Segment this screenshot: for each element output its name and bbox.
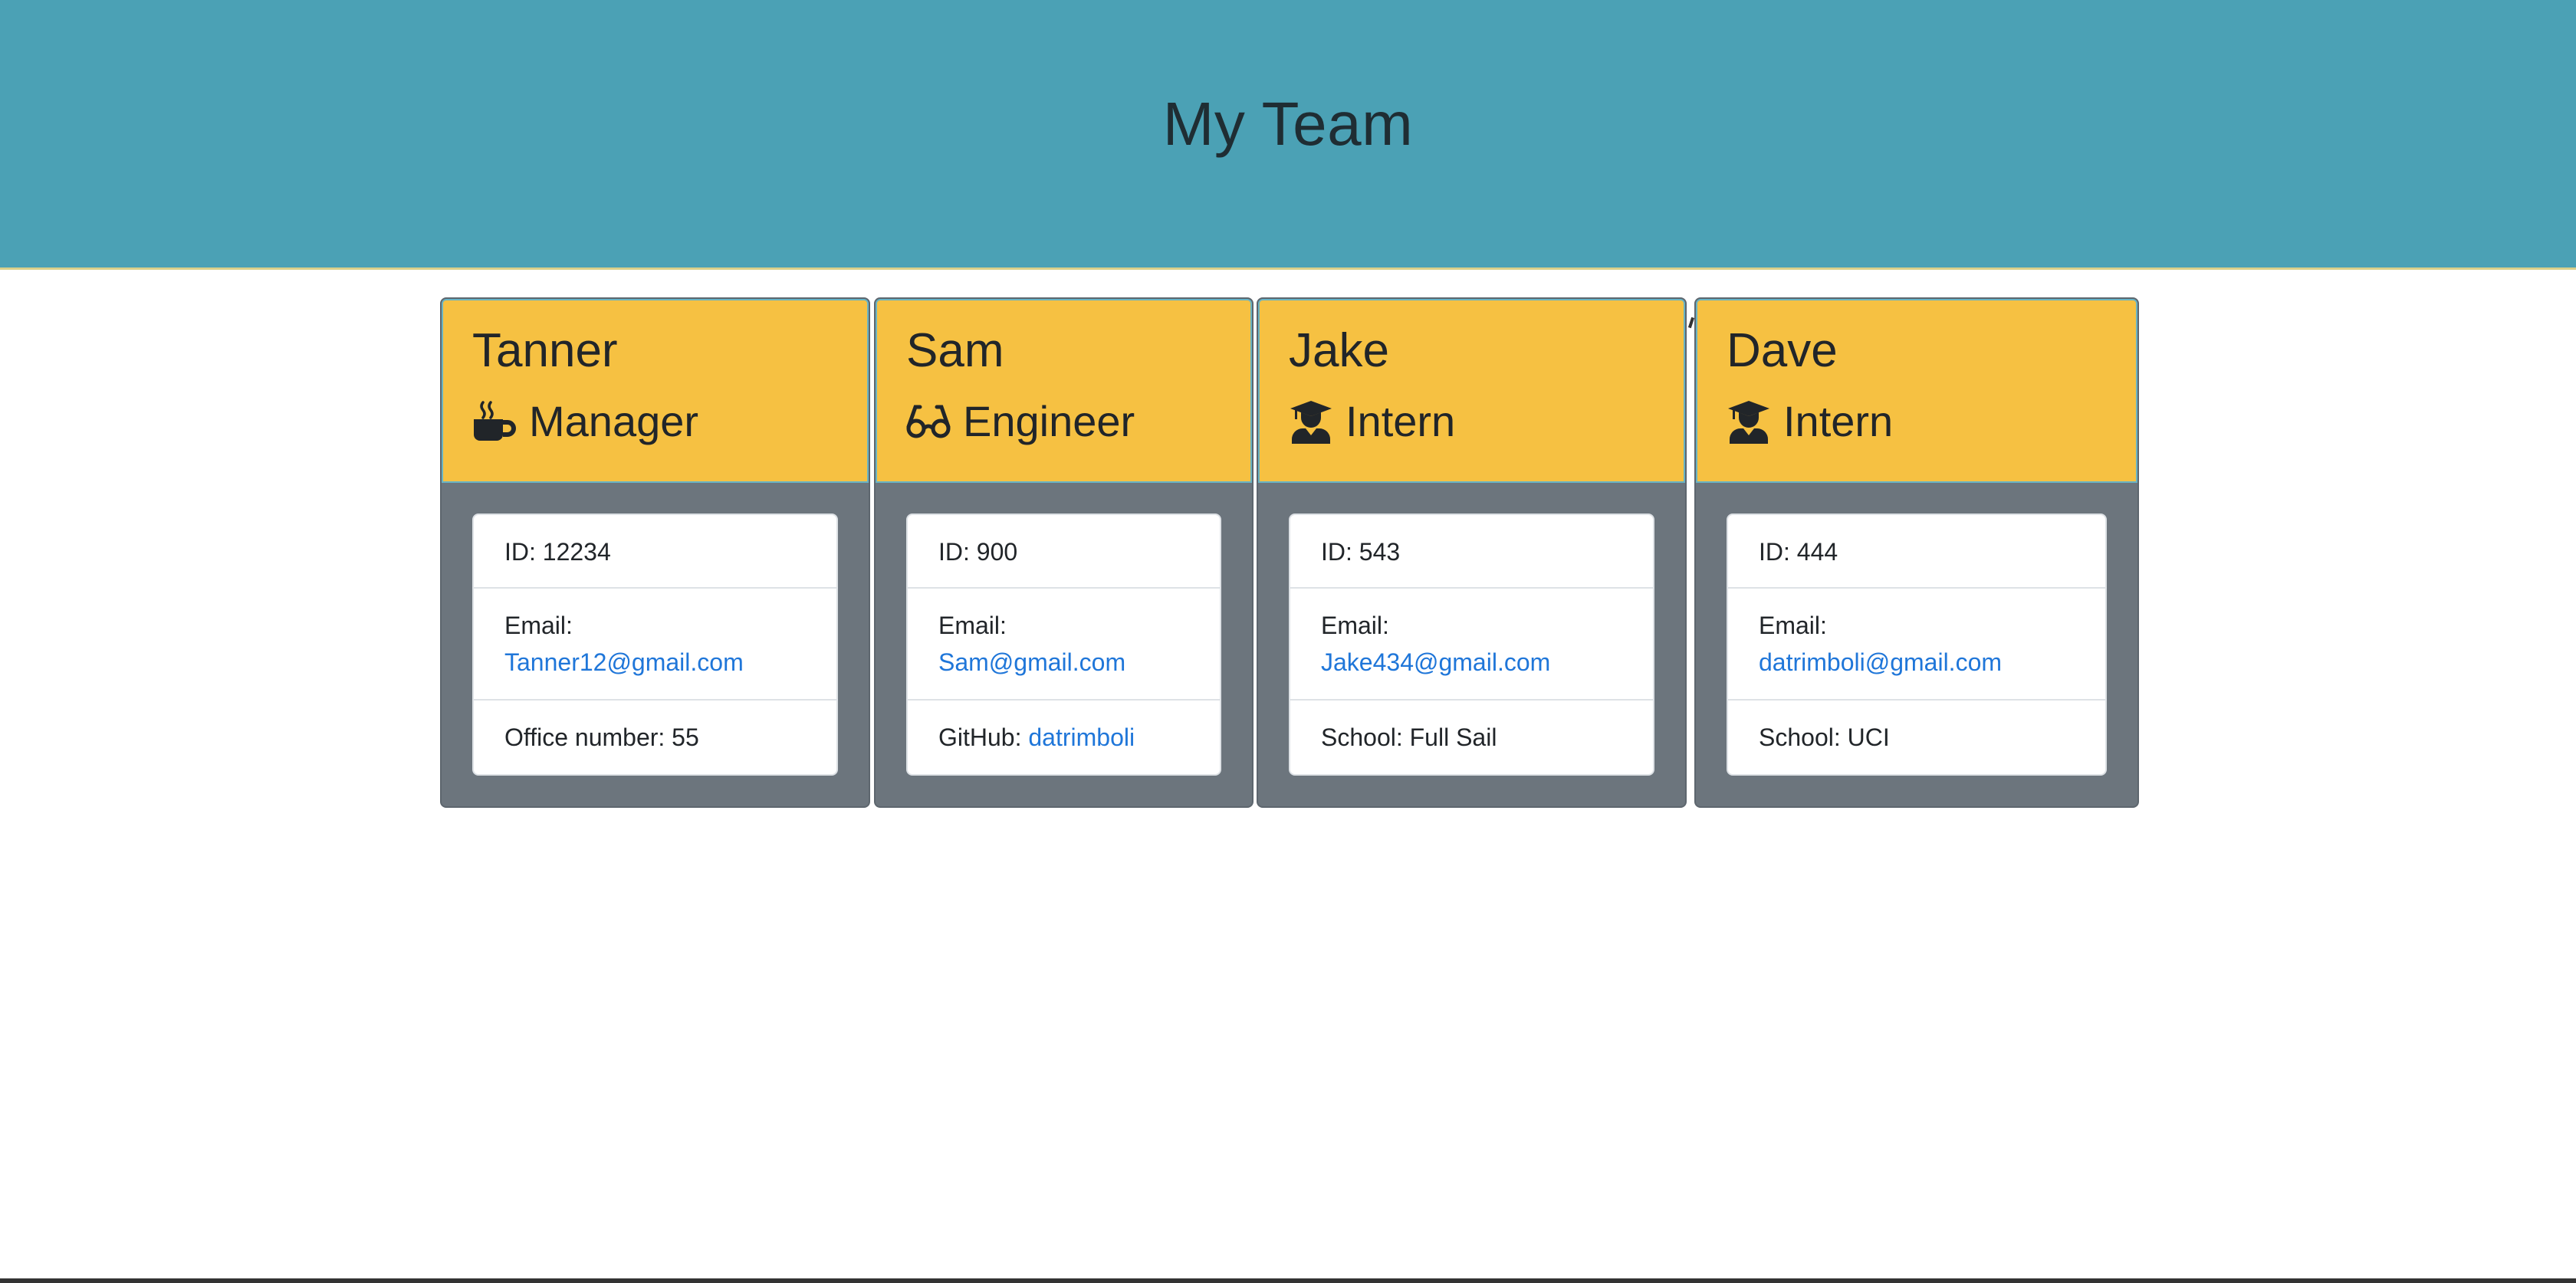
employee-role: Intern: [1727, 396, 1893, 446]
email-label: Email:: [938, 612, 1007, 639]
email-link[interactable]: Jake434@gmail.com: [1321, 648, 1550, 676]
github-row: GitHub: datrimboli: [908, 701, 1220, 774]
role-label: Engineer: [963, 397, 1135, 445]
mug-hot-icon: [472, 399, 517, 444]
email-label: Email:: [504, 612, 573, 639]
role-label: Manager: [529, 397, 699, 445]
github-link[interactable]: datrimboli: [1028, 724, 1135, 751]
role-label: Intern: [1346, 397, 1456, 445]
email-label: Email:: [1759, 612, 1827, 639]
employee-email: Email: Sam@gmail.com: [908, 589, 1220, 701]
employee-card-tanner: Tanner Manager ID: 12234 Email: Tanner12…: [440, 297, 870, 808]
school-row: School: UCI: [1759, 724, 1890, 751]
github-label: GitHub:: [938, 724, 1029, 751]
page-title: My Team: [1162, 90, 1414, 158]
email-link[interactable]: datrimboli@gmail.com: [1759, 648, 2002, 676]
stray-mark: [1687, 317, 1695, 329]
office-number: Office number: 55: [504, 724, 699, 751]
employee-card-jake: Jake Intern ID: 543 Email: Jake434@gmail…: [1257, 297, 1687, 808]
employee-details: ID: 543 Email: Jake434@gmail.com School:…: [1289, 514, 1654, 776]
employee-card-dave: Dave Intern ID: 444 Email: datrimboli@gm…: [1694, 297, 2139, 808]
employee-name: Tanner: [472, 324, 618, 377]
employee-email: Email: datrimboli@gmail.com: [1728, 589, 2105, 701]
employee-name: Jake: [1289, 324, 1389, 377]
employee-id: ID: 12234: [474, 515, 836, 589]
employee-name: Dave: [1727, 324, 1838, 377]
employee-name: Sam: [906, 324, 1004, 377]
card-header: Dave Intern: [1696, 299, 2137, 483]
card-header: Jake Intern: [1258, 299, 1685, 483]
employee-role: Engineer: [906, 396, 1135, 446]
email-link[interactable]: Tanner12@gmail.com: [504, 648, 744, 676]
employee-role: Intern: [1289, 396, 1455, 446]
employee-card-sam: Sam Engineer ID: 900 Email: Sam@gmail.co…: [874, 297, 1254, 808]
employee-role: Manager: [472, 396, 698, 446]
employee-details: ID: 444 Email: datrimboli@gmail.com Scho…: [1727, 514, 2107, 776]
graduate-icon: [1289, 399, 1333, 444]
role-label: Intern: [1783, 397, 1894, 445]
email-label: Email:: [1321, 612, 1389, 639]
employee-id: ID: 900: [908, 515, 1220, 589]
card-header: Sam Engineer: [876, 299, 1252, 483]
employee-details: ID: 900 Email: Sam@gmail.com GitHub: dat…: [906, 514, 1221, 776]
window-bottom-edge: [0, 1278, 2576, 1283]
employee-email: Email: Jake434@gmail.com: [1290, 589, 1653, 701]
employee-email: Email: Tanner12@gmail.com: [474, 589, 836, 701]
employee-details: ID: 12234 Email: Tanner12@gmail.com Offi…: [472, 514, 838, 776]
employee-id: ID: 543: [1290, 515, 1653, 589]
email-link[interactable]: Sam@gmail.com: [938, 648, 1125, 676]
page-header: My Team: [0, 0, 2576, 270]
card-header: Tanner Manager: [442, 299, 869, 483]
glasses-icon: [906, 399, 951, 444]
graduate-icon: [1727, 399, 1771, 444]
school-row: School: Full Sail: [1321, 724, 1497, 751]
employee-id: ID: 444: [1728, 515, 2105, 589]
